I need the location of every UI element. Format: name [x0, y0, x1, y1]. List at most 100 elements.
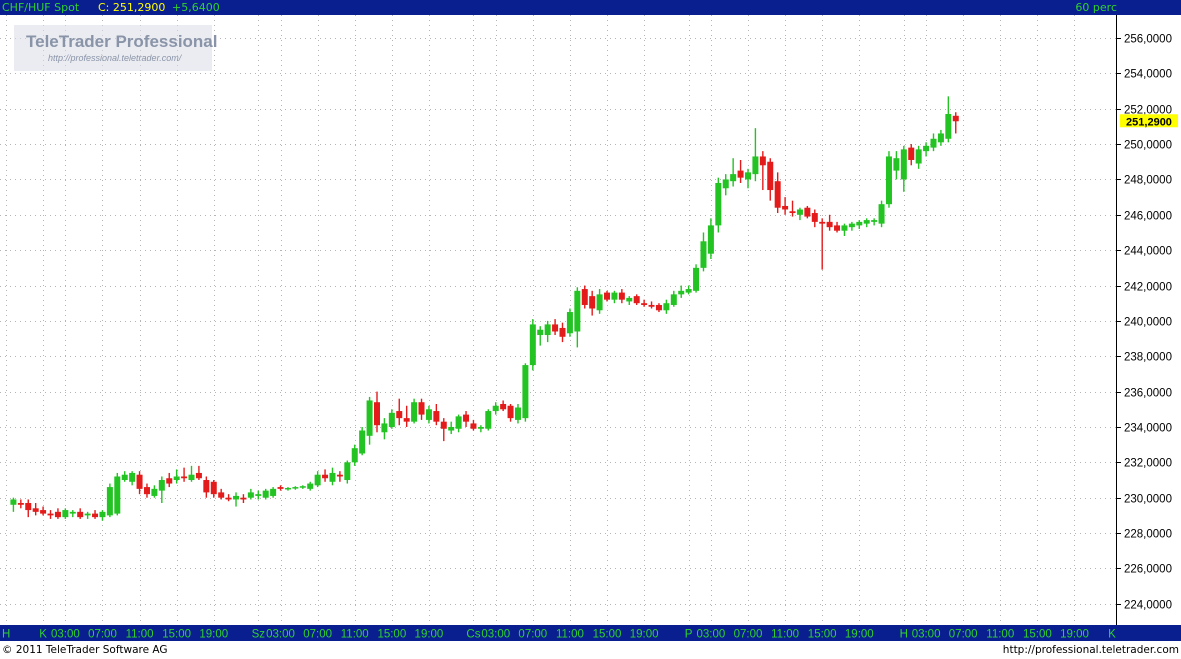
candle-body [195, 472, 202, 479]
x-axis: H K 03:00 07:00 11:00 15:00 19:00 Sz 03:00 07:00 1… [2, 629, 1116, 641]
candle-body [544, 324, 551, 336]
y-tick-label: 232,0000 [1124, 458, 1172, 470]
x-tick-label: K [1108, 629, 1116, 641]
x-tick-label: 03:00 [912, 629, 941, 641]
candle-body [173, 476, 180, 481]
candle-body [381, 423, 388, 433]
candle-body [485, 411, 492, 429]
candle-body [121, 474, 128, 481]
x-tick-label: 15:00 [1023, 629, 1052, 641]
candle-body [693, 267, 700, 291]
candle-body [492, 405, 499, 412]
footer: © 2011 TeleTrader Software AG http://pro… [0, 642, 1181, 659]
candle-body [566, 312, 573, 334]
candle-body [158, 480, 165, 491]
candle-body [54, 511, 61, 518]
candle-body [707, 225, 714, 254]
candle-body [878, 204, 885, 224]
x-tick-label: 15:00 [162, 629, 191, 641]
candle-body [166, 478, 173, 484]
candle-body [655, 304, 662, 311]
candle-body [834, 225, 841, 231]
candle-body [633, 296, 640, 304]
candle-body [455, 416, 462, 429]
x-tick-label: 07:00 [518, 629, 547, 641]
x-tick-label: 11:00 [986, 629, 1014, 641]
candle-body [62, 510, 69, 518]
y-tick-label: 236,0000 [1124, 388, 1172, 400]
candle-body [411, 402, 418, 422]
x-tick-label: H [2, 629, 10, 641]
candle-body [722, 179, 729, 189]
candle-body [715, 182, 722, 226]
candle-body [143, 487, 150, 495]
candle-body [425, 409, 432, 420]
candle-body [307, 483, 314, 489]
candle-body [514, 407, 521, 420]
y-tick-label: 226,0000 [1124, 564, 1172, 576]
candle-body [351, 448, 358, 463]
candle-body [663, 303, 670, 311]
candle-body [826, 221, 833, 228]
y-tick-label: 248,0000 [1124, 175, 1172, 187]
x-tick-label: 03:00 [481, 629, 510, 641]
candle-body [463, 414, 470, 422]
candle-body [277, 487, 284, 489]
candle-body [611, 292, 618, 300]
y-tick-label: 244,0000 [1124, 246, 1172, 258]
x-tick-label: 07:00 [303, 629, 332, 641]
y-tick-label: 242,0000 [1124, 282, 1172, 294]
x-tick-label: 07:00 [88, 629, 117, 641]
candle-body [678, 290, 685, 295]
candle-body [893, 158, 900, 171]
candle-body [604, 292, 611, 300]
candle-body [500, 403, 507, 410]
x-tick-label: 19:00 [199, 629, 228, 641]
candle-body [218, 492, 225, 498]
candle-body [700, 241, 707, 268]
candlestick-chart[interactable]: TeleTrader Professional http://professio… [0, 15, 1181, 625]
candle-body [225, 497, 232, 500]
candle-body [433, 411, 440, 422]
candle-body [25, 503, 32, 511]
candle-body [908, 147, 915, 160]
candle-body [737, 170, 744, 178]
footer-site-link[interactable]: http://professional.teletrader.com [1003, 642, 1179, 658]
candle-body [789, 211, 796, 214]
candle-body [945, 114, 952, 139]
y-tick-label: 254,0000 [1124, 69, 1172, 81]
candle-body [900, 149, 907, 180]
symbol-label: CHF/HUF Spot [2, 1, 80, 14]
candle-body [559, 327, 566, 337]
candle-body [77, 511, 84, 518]
candle-body [529, 324, 536, 366]
candle-body [871, 220, 878, 222]
candle-body [470, 423, 477, 429]
x-tick-label: 15:00 [377, 629, 406, 641]
watermark-url: http://professional.teletrader.com/ [48, 53, 183, 63]
candle-body [84, 513, 91, 516]
candle-body [730, 174, 737, 182]
x-tick-label: 19:00 [845, 629, 874, 641]
candle-body [923, 145, 930, 152]
candle-body [745, 172, 751, 180]
candle-body [552, 324, 559, 332]
x-tick-label: 03:00 [266, 629, 295, 641]
watermark-brand: TeleTrader Professional [26, 32, 217, 51]
candle-body [685, 289, 692, 293]
candle-body [618, 292, 625, 300]
title-bar: CHF/HUF Spot C: 251,2900 +5,6400 60 perc [0, 0, 1181, 15]
copyright-text: © 2011 TeleTrader Software AG [2, 644, 168, 656]
y-tick-label: 250,0000 [1124, 140, 1172, 152]
last-value-text: 251,2900 [1126, 116, 1172, 128]
y-tick-label: 256,0000 [1124, 34, 1172, 46]
x-tick-label: 07:00 [949, 629, 978, 641]
candle-body [210, 481, 217, 495]
interval-label: 60 perc [1075, 1, 1117, 14]
candle-body [32, 508, 39, 512]
y-tick-label: 238,0000 [1124, 352, 1172, 364]
candle-body [574, 290, 581, 332]
candle-body [863, 220, 870, 224]
candle-body [796, 209, 803, 215]
x-tick-label: 11:00 [556, 629, 584, 641]
